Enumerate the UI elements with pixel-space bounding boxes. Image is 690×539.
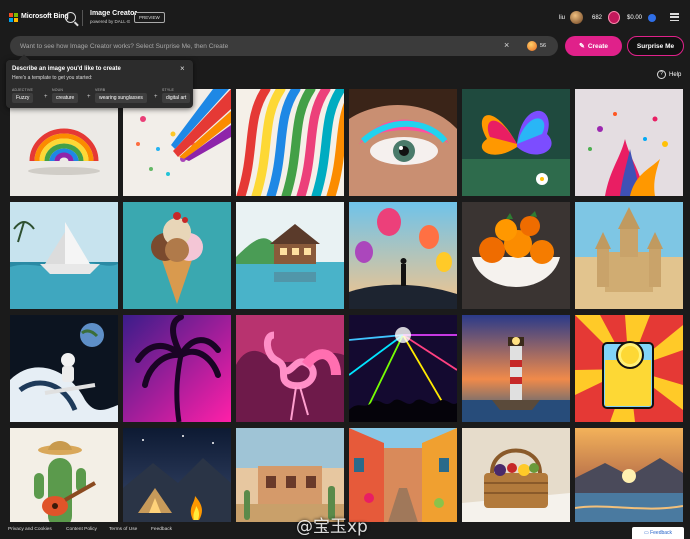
header-divider bbox=[82, 10, 83, 26]
gallery-image-paint-splash[interactable] bbox=[575, 89, 683, 196]
bing-brand[interactable]: Microsoft Bing bbox=[21, 13, 69, 20]
create-button[interactable]: ✎ Create bbox=[565, 36, 622, 56]
hamburger-menu-icon[interactable] bbox=[670, 13, 679, 21]
plus-icon: + bbox=[154, 94, 158, 100]
microsoft-logo-icon[interactable] bbox=[9, 13, 18, 22]
clear-icon[interactable]: × bbox=[504, 40, 509, 50]
chip-verb[interactable]: wearing sunglasses bbox=[95, 93, 147, 103]
help-icon: ? bbox=[657, 70, 666, 79]
gallery-image-sunset-lake[interactable] bbox=[575, 428, 683, 535]
gallery-image-flamingo[interactable] bbox=[236, 315, 344, 422]
boost-count: 56 bbox=[540, 43, 547, 49]
footer-link-terms[interactable]: Terms of Use bbox=[109, 527, 137, 532]
plus-icon: + bbox=[87, 94, 91, 100]
feedback-label: Feedback bbox=[650, 530, 673, 536]
user-name[interactable]: liu bbox=[559, 15, 565, 21]
gallery-image-lighthouse[interactable] bbox=[462, 315, 570, 422]
weibo-watermark: @宝玉xp bbox=[296, 517, 368, 537]
gallery-image-cactus-guitar[interactable] bbox=[10, 428, 118, 535]
prompt-input[interactable] bbox=[20, 42, 490, 51]
prompt-template-tooltip: Describe an image you'd like to create ×… bbox=[6, 54, 193, 108]
tooltip-subtitle: Here's a template to get you started: bbox=[12, 75, 93, 81]
gallery-image-picnic-basket[interactable] bbox=[462, 428, 570, 535]
top-header: Microsoft Bing Image Creator powered by … bbox=[0, 0, 690, 36]
image-gallery bbox=[10, 89, 685, 535]
prompt-bar: × 56 bbox=[10, 36, 558, 56]
reward-points[interactable]: 682 bbox=[592, 15, 602, 21]
chip-label-adjective: ADJECTIVE bbox=[12, 88, 34, 92]
footer-link-feedback[interactable]: Feedback bbox=[151, 527, 172, 532]
gallery-image-campfire[interactable] bbox=[123, 428, 231, 535]
gallery-image-astronaut-surfer[interactable] bbox=[10, 315, 118, 422]
tooltip-arrow bbox=[18, 54, 30, 66]
tooltip-title: Describe an image you'd like to create bbox=[12, 66, 121, 72]
rewards-medal-icon[interactable] bbox=[608, 11, 620, 24]
gallery-image-lake-house[interactable] bbox=[236, 202, 344, 309]
gallery-image-butterfly[interactable] bbox=[462, 89, 570, 196]
close-icon[interactable]: × bbox=[180, 64, 185, 73]
help-link[interactable]: ? Help bbox=[657, 70, 681, 79]
chip-noun[interactable]: creature bbox=[52, 93, 79, 103]
footer-link-content-policy[interactable]: Content Policy bbox=[66, 527, 97, 532]
boost-icon bbox=[527, 41, 537, 51]
gallery-image-concert-lasers[interactable] bbox=[349, 315, 457, 422]
balance[interactable]: $0.00 bbox=[627, 15, 642, 21]
help-label: Help bbox=[669, 71, 682, 78]
coin-icon bbox=[648, 14, 656, 22]
gallery-image-palm-tree[interactable] bbox=[123, 315, 231, 422]
chip-adjective[interactable]: Fuzzy bbox=[12, 93, 34, 103]
create-sparkle-icon: ✎ bbox=[578, 43, 585, 50]
gallery-image-color-ribbons[interactable] bbox=[236, 89, 344, 196]
gallery-image-eye-makeup[interactable] bbox=[349, 89, 457, 196]
gallery-image-lemonade[interactable] bbox=[575, 315, 683, 422]
footer-link-privacy[interactable]: Privacy and Cookies bbox=[8, 527, 52, 532]
image-creator-page: { "header": { "brand": "Microsoft Bing",… bbox=[0, 0, 690, 539]
chip-label-style: STYLE bbox=[162, 88, 175, 92]
chip-style[interactable]: digital art bbox=[162, 93, 191, 103]
plus-icon: + bbox=[44, 94, 48, 100]
chip-label-verb: VERB bbox=[95, 88, 106, 92]
gallery-image-hot-air-balloons[interactable] bbox=[349, 202, 457, 309]
product-title[interactable]: Image Creator bbox=[90, 10, 137, 17]
gallery-image-sand-castle[interactable] bbox=[575, 202, 683, 309]
product-subtitle: powered by DALL·E bbox=[90, 19, 131, 24]
preview-badge: PREVIEW bbox=[134, 12, 165, 23]
surprise-me-button[interactable]: Surprise Me bbox=[627, 36, 684, 56]
create-label: Create bbox=[587, 42, 609, 50]
gallery-image-ice-cream[interactable] bbox=[123, 202, 231, 309]
gallery-image-oranges[interactable] bbox=[462, 202, 570, 309]
gallery-image-paper-boat[interactable] bbox=[10, 202, 118, 309]
feedback-button[interactable]: ▭ Feedback bbox=[632, 527, 684, 539]
chip-label-noun: NOUN bbox=[52, 88, 64, 92]
avatar[interactable] bbox=[570, 11, 583, 24]
search-icon[interactable] bbox=[65, 12, 76, 23]
